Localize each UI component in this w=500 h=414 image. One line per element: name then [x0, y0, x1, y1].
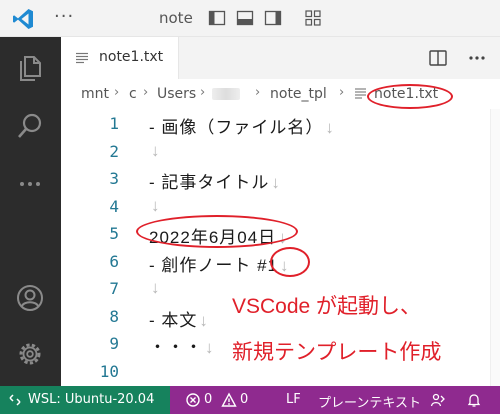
- breadcrumb-c[interactable]: c: [129, 86, 137, 102]
- tab-label: note1.txt: [99, 49, 164, 65]
- error-icon[interactable]: [185, 392, 201, 408]
- vscode-logo-icon: [13, 9, 33, 29]
- code-text: - 画像（ファイル名）: [149, 118, 324, 137]
- eol-marker: ↓: [151, 141, 161, 160]
- breadcrumb-separator: ›: [114, 85, 120, 100]
- text-file-icon: [76, 52, 88, 64]
- code-text: - 本文: [149, 311, 198, 330]
- remote-icon: [9, 394, 21, 406]
- files-icon[interactable]: [14, 52, 46, 84]
- tab-note1[interactable]: note1.txt: [61, 37, 179, 79]
- line-number: 10: [99, 362, 119, 381]
- language-mode[interactable]: プレーンテキスト: [318, 392, 421, 411]
- text-file-icon: [355, 88, 366, 99]
- window-title: note: [159, 9, 193, 27]
- line-number: 1: [109, 114, 119, 133]
- code-line[interactable]: ・・・ ↓: [149, 333, 215, 358]
- annotation-caption-line1: VSCode が起動し、: [232, 295, 422, 318]
- breadcrumb-note-tpl[interactable]: note_tpl: [270, 86, 327, 102]
- code-line[interactable]: 2022年6月04日 ↓: [149, 223, 288, 248]
- settings-gear-icon[interactable]: [14, 338, 46, 370]
- line-number: 8: [109, 307, 119, 326]
- line-number: 7: [109, 279, 119, 298]
- notifications-bell-icon[interactable]: [466, 392, 482, 408]
- layout-panel-icon[interactable]: [236, 9, 254, 27]
- warning-count: 0: [240, 392, 249, 407]
- annotation-caption-line2: 新規テンプレート作成: [232, 341, 442, 364]
- breadcrumb-note1[interactable]: note1.txt: [374, 86, 438, 102]
- breadcrumb-separator: ›: [255, 85, 261, 100]
- breadcrumb-separator: ›: [200, 85, 206, 100]
- eol-marker: ↓: [278, 228, 288, 247]
- code-text: 2022年6月04日: [149, 228, 277, 247]
- layout-sidebar-icon[interactable]: [208, 9, 226, 27]
- remote-indicator[interactable]: WSL: Ubuntu-20.04: [0, 386, 170, 414]
- code-line[interactable]: - 画像（ファイル名） ↓: [149, 113, 335, 138]
- account-icon[interactable]: [14, 282, 46, 314]
- line-number: 6: [109, 252, 119, 271]
- line-number: 2: [109, 142, 119, 161]
- code-text: - 記事タイトル: [149, 173, 270, 192]
- breadcrumb-mnt[interactable]: mnt: [81, 86, 109, 102]
- code-text: ・・・: [149, 338, 203, 357]
- breadcrumb-users[interactable]: Users: [157, 86, 196, 102]
- eol-marker: ↓: [151, 278, 161, 297]
- code-line[interactable]: - 創作ノート #1 ↓: [149, 251, 290, 276]
- eol-marker: ↓: [325, 118, 335, 137]
- error-count: 0: [204, 392, 213, 407]
- code-line[interactable]: - 本文 ↓: [149, 306, 209, 331]
- warning-icon[interactable]: [221, 392, 237, 408]
- title-bar: ··· note: [0, 0, 500, 37]
- code-line[interactable]: ↓: [149, 196, 161, 216]
- editor-tabs: note1.txt: [61, 37, 500, 79]
- code-line[interactable]: ↓: [149, 141, 161, 161]
- line-number: 4: [109, 197, 119, 216]
- search-icon[interactable]: [14, 110, 46, 142]
- eol-marker: ↓: [151, 196, 161, 215]
- breadcrumb-redacted-user: [212, 88, 240, 100]
- activity-bar: [0, 37, 61, 386]
- eol-marker: ↓: [199, 311, 209, 330]
- breadcrumb-separator: ›: [339, 85, 345, 100]
- eol-selector[interactable]: LF: [286, 392, 301, 407]
- customize-layout-icon[interactable]: [304, 9, 322, 27]
- eol-marker: ↓: [205, 338, 215, 357]
- more-actions-icon[interactable]: [467, 48, 487, 68]
- vertical-scrollbar[interactable]: [490, 109, 500, 386]
- code-text: - 創作ノート #1: [149, 256, 279, 275]
- code-line[interactable]: ↓: [149, 278, 161, 298]
- line-number: 3: [109, 169, 119, 188]
- line-number: 5: [109, 224, 119, 243]
- eol-marker: ↓: [280, 256, 290, 275]
- breadcrumb: mnt › c › Users › › note_tpl › note1.txt: [61, 79, 500, 109]
- more-icon[interactable]: [14, 168, 46, 200]
- status-bar: WSL: Ubuntu-20.04 0 0 LF プレーンテキスト: [0, 386, 500, 414]
- layout-sidebar-right-icon[interactable]: [264, 9, 282, 27]
- live-share-icon[interactable]: [430, 392, 446, 408]
- code-line[interactable]: - 記事タイトル ↓: [149, 168, 281, 193]
- line-number: 9: [109, 334, 119, 353]
- menu-more-icon[interactable]: ···: [54, 6, 74, 27]
- remote-label: WSL: Ubuntu-20.04: [28, 392, 155, 407]
- breadcrumb-separator: ›: [143, 85, 149, 100]
- eol-marker: ↓: [271, 173, 281, 192]
- split-editor-icon[interactable]: [428, 48, 448, 68]
